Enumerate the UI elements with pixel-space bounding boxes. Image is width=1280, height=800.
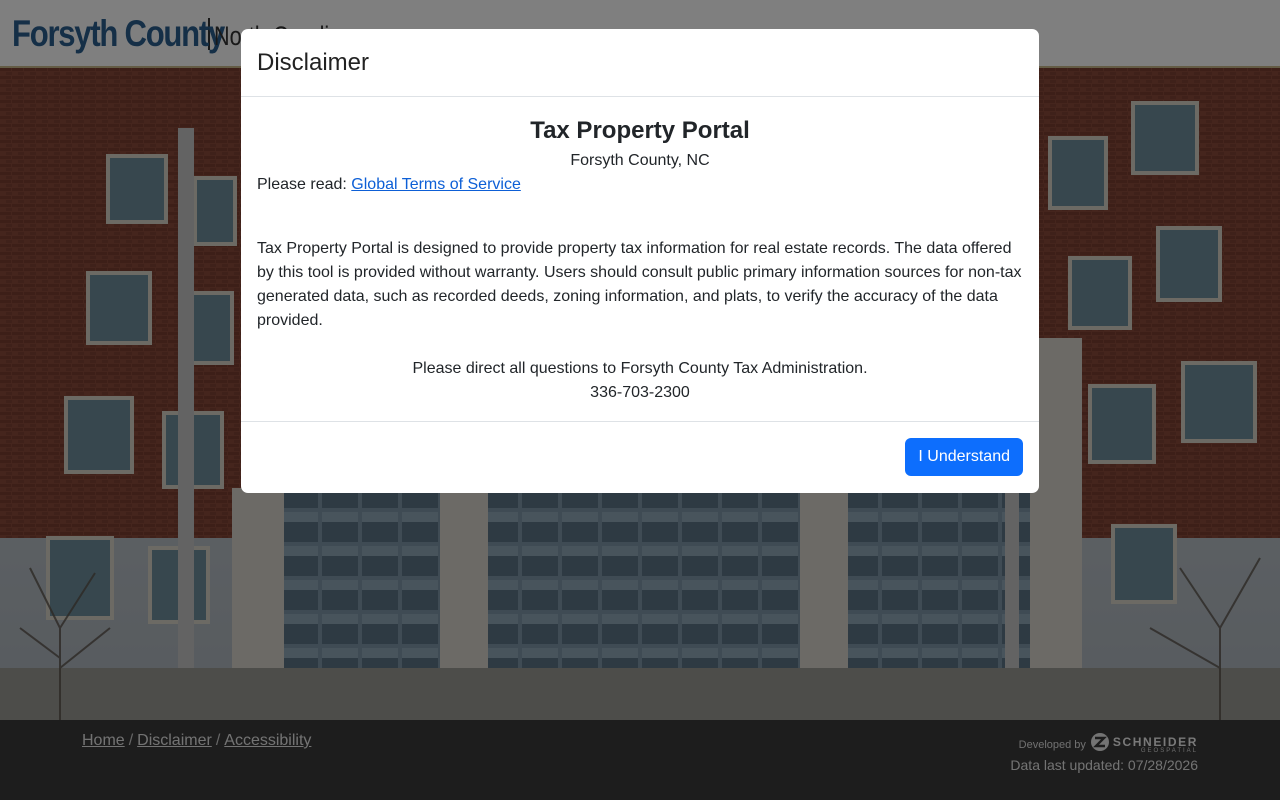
modal-title: Disclaimer	[257, 49, 370, 76]
contact-info: Please direct all questions to Forsyth C…	[257, 357, 1023, 405]
i-understand-button[interactable]: I Understand	[905, 438, 1023, 476]
please-read-line: Please read: Global Terms of Service	[257, 173, 1023, 197]
modal-body: Tax Property Portal Forsyth County, NC P…	[241, 97, 1039, 422]
disclaimer-modal: Disclaimer Tax Property Portal Forsyth C…	[241, 29, 1039, 493]
modal-footer: I Understand	[241, 422, 1039, 492]
contact-line: Please direct all questions to Forsyth C…	[412, 360, 868, 377]
disclaimer-text: Tax Property Portal is designed to provi…	[257, 240, 1022, 329]
portal-title: Tax Property Portal	[530, 117, 750, 144]
contact-phone: 336-703-2300	[590, 384, 690, 401]
modal-header: Disclaimer	[241, 29, 1039, 97]
terms-of-service-link[interactable]: Global Terms of Service	[351, 176, 521, 193]
portal-subtitle: Forsyth County, NC	[570, 152, 710, 169]
please-read-prefix: Please read:	[257, 176, 347, 193]
